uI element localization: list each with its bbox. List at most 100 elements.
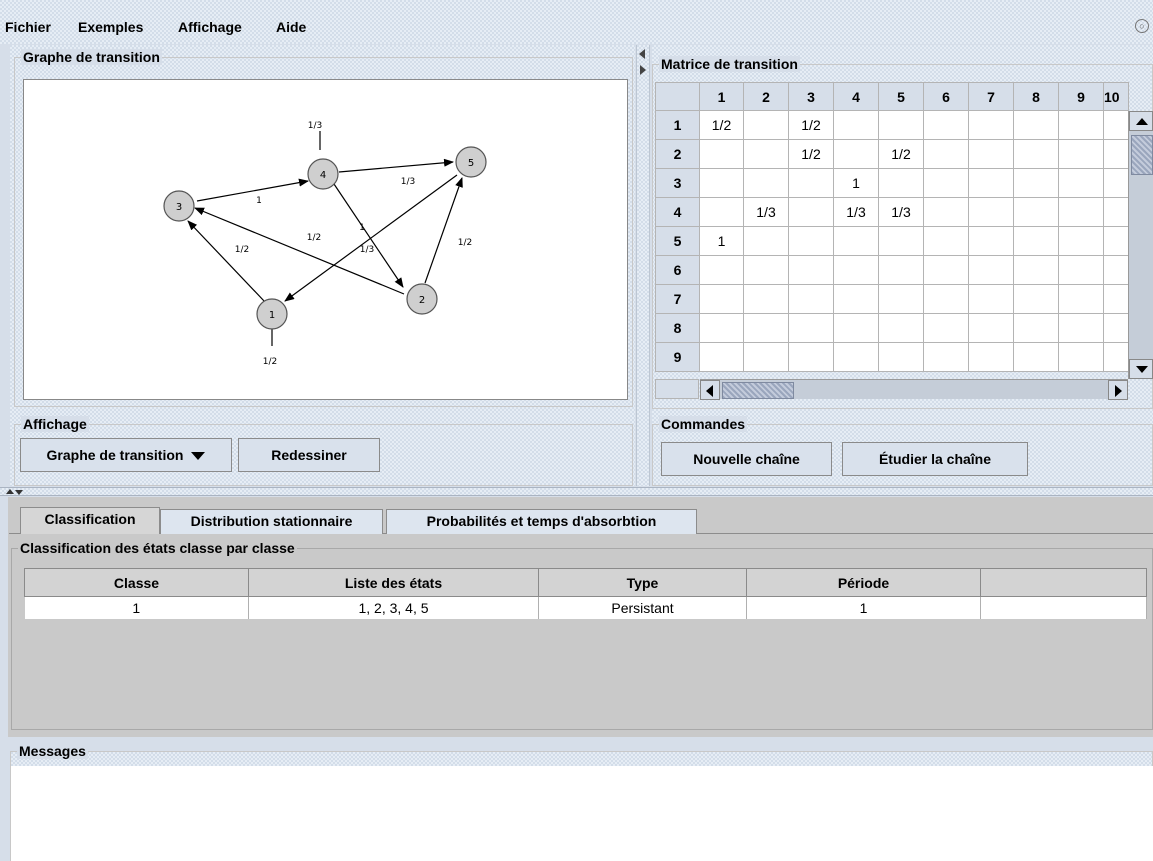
- scroll-left-button[interactable]: [700, 380, 720, 400]
- matrix-cell[interactable]: [699, 168, 744, 198]
- matrix-cell[interactable]: 1/2: [878, 139, 924, 169]
- matrix-cell[interactable]: [1058, 313, 1104, 343]
- cell-classe[interactable]: 1: [24, 596, 249, 619]
- matrix-cell[interactable]: [833, 313, 879, 343]
- redraw-button[interactable]: Redessiner: [238, 438, 380, 472]
- matrix-cell[interactable]: [1013, 110, 1059, 140]
- menu-fichier[interactable]: Fichier: [5, 19, 51, 35]
- matrix-cell[interactable]: [878, 226, 924, 256]
- matrix-cell[interactable]: [1103, 284, 1129, 314]
- matrix-cell[interactable]: 1: [699, 226, 744, 256]
- matrix-cell[interactable]: [788, 168, 834, 198]
- matrix-cell[interactable]: [743, 313, 789, 343]
- matrix-cell[interactable]: [1013, 342, 1059, 372]
- matrix-cell[interactable]: [743, 284, 789, 314]
- matrix-cell[interactable]: [1013, 226, 1059, 256]
- matrix-cell[interactable]: 1/3: [833, 197, 879, 227]
- matrix-cell[interactable]: [1103, 110, 1129, 140]
- matrix-cell[interactable]: [699, 139, 744, 169]
- matrix-cell[interactable]: [923, 139, 969, 169]
- matrix-cell[interactable]: [699, 313, 744, 343]
- menu-aide[interactable]: Aide: [276, 19, 306, 35]
- matrix-cell[interactable]: [878, 255, 924, 285]
- matrix-cell[interactable]: 1/3: [743, 197, 789, 227]
- matrix-cell[interactable]: [923, 197, 969, 227]
- study-chain-button[interactable]: Étudier la chaîne: [842, 442, 1028, 476]
- matrix-cell[interactable]: [1103, 255, 1129, 285]
- collapse-right-icon[interactable]: [640, 65, 646, 75]
- column-header-empty[interactable]: [980, 568, 1147, 597]
- matrix-cell[interactable]: [923, 255, 969, 285]
- graph-canvas[interactable]: 3 4 5 2 1 1/3 1 1/3 1/2 1/2 1/3 1/2 1/2 …: [23, 79, 628, 400]
- matrix-cell[interactable]: [699, 255, 744, 285]
- matrix-cell[interactable]: [968, 110, 1014, 140]
- column-header-classe[interactable]: Classe: [24, 568, 249, 597]
- matrix-cell[interactable]: [878, 284, 924, 314]
- matrix-cell[interactable]: [788, 197, 834, 227]
- matrix-cell[interactable]: [833, 284, 879, 314]
- matrix-cell[interactable]: [743, 139, 789, 169]
- matrix-cell[interactable]: [788, 342, 834, 372]
- matrix-cell[interactable]: [923, 110, 969, 140]
- matrix-cell[interactable]: [1058, 197, 1104, 227]
- tab-probabilites-absorption[interactable]: Probabilités et temps d'absorbtion: [386, 509, 697, 534]
- column-header-periode[interactable]: Période: [746, 568, 981, 597]
- matrix-cell[interactable]: [788, 313, 834, 343]
- matrix-cell[interactable]: [1103, 226, 1129, 256]
- matrix-cell[interactable]: [1058, 284, 1104, 314]
- matrix-cell[interactable]: [743, 255, 789, 285]
- matrix-cell[interactable]: [833, 226, 879, 256]
- menu-affichage[interactable]: Affichage: [178, 19, 242, 35]
- collapse-left-icon[interactable]: [639, 49, 645, 59]
- matrix-cell[interactable]: [878, 313, 924, 343]
- tab-distribution-stationnaire[interactable]: Distribution stationnaire: [160, 509, 383, 534]
- matrix-vertical-scrollbar[interactable]: [1128, 111, 1153, 379]
- matrix-cell[interactable]: [1058, 110, 1104, 140]
- matrix-cell[interactable]: [1013, 284, 1059, 314]
- matrix-cell[interactable]: [699, 342, 744, 372]
- matrix-cell[interactable]: [1103, 168, 1129, 198]
- matrix-cell[interactable]: 1/2: [788, 139, 834, 169]
- matrix-cell[interactable]: [878, 168, 924, 198]
- matrix-cell[interactable]: [833, 139, 879, 169]
- column-header-type[interactable]: Type: [538, 568, 747, 597]
- matrix-cell[interactable]: [1058, 168, 1104, 198]
- cell-type[interactable]: Persistant: [538, 596, 747, 619]
- matrix-cell[interactable]: [1013, 168, 1059, 198]
- classification-table[interactable]: Classe Liste des états Type Période 1 1,…: [24, 568, 1147, 619]
- matrix-cell[interactable]: [923, 226, 969, 256]
- horizontal-split-handle[interactable]: [0, 487, 1153, 496]
- scroll-right-button[interactable]: [1108, 380, 1128, 400]
- matrix-horizontal-scrollbar[interactable]: [700, 379, 1128, 400]
- menu-exemples[interactable]: Exemples: [78, 19, 143, 35]
- matrix-cell[interactable]: [833, 255, 879, 285]
- matrix-cell[interactable]: [923, 284, 969, 314]
- matrix-cell[interactable]: 1/2: [788, 110, 834, 140]
- matrix-cell[interactable]: [1058, 139, 1104, 169]
- matrix-cell[interactable]: [878, 110, 924, 140]
- new-chain-button[interactable]: Nouvelle chaîne: [661, 442, 832, 476]
- matrix-cell[interactable]: [1013, 255, 1059, 285]
- matrix-cell[interactable]: [923, 342, 969, 372]
- matrix-cell[interactable]: [1058, 226, 1104, 256]
- tab-classification[interactable]: Classification: [20, 507, 160, 534]
- matrix-cell[interactable]: [699, 284, 744, 314]
- horizontal-scroll-thumb[interactable]: [722, 382, 794, 399]
- matrix-cell[interactable]: [1103, 139, 1129, 169]
- matrix-cell[interactable]: [1058, 342, 1104, 372]
- matrix-cell[interactable]: [968, 197, 1014, 227]
- vertical-split-handle[interactable]: [636, 45, 650, 486]
- matrix-cell[interactable]: [968, 284, 1014, 314]
- matrix-cell[interactable]: [788, 255, 834, 285]
- matrix-cell[interactable]: [1013, 197, 1059, 227]
- matrix-cell[interactable]: 1/3: [878, 197, 924, 227]
- cell-liste-etats[interactable]: 1, 2, 3, 4, 5: [248, 596, 539, 619]
- cell-empty[interactable]: [980, 596, 1147, 619]
- collapse-down-icon[interactable]: [15, 490, 23, 495]
- matrix-cell[interactable]: [1013, 139, 1059, 169]
- column-header-liste-etats[interactable]: Liste des états: [248, 568, 539, 597]
- matrix-cell[interactable]: [699, 197, 744, 227]
- matrix-cell[interactable]: [833, 110, 879, 140]
- transition-matrix[interactable]: 1 2 3 4 5 6 7 8 9 10 1 1/2 1/2 2 1/2 1/2 3 1 4 1/…: [655, 82, 1129, 372]
- scroll-down-button[interactable]: [1129, 359, 1153, 379]
